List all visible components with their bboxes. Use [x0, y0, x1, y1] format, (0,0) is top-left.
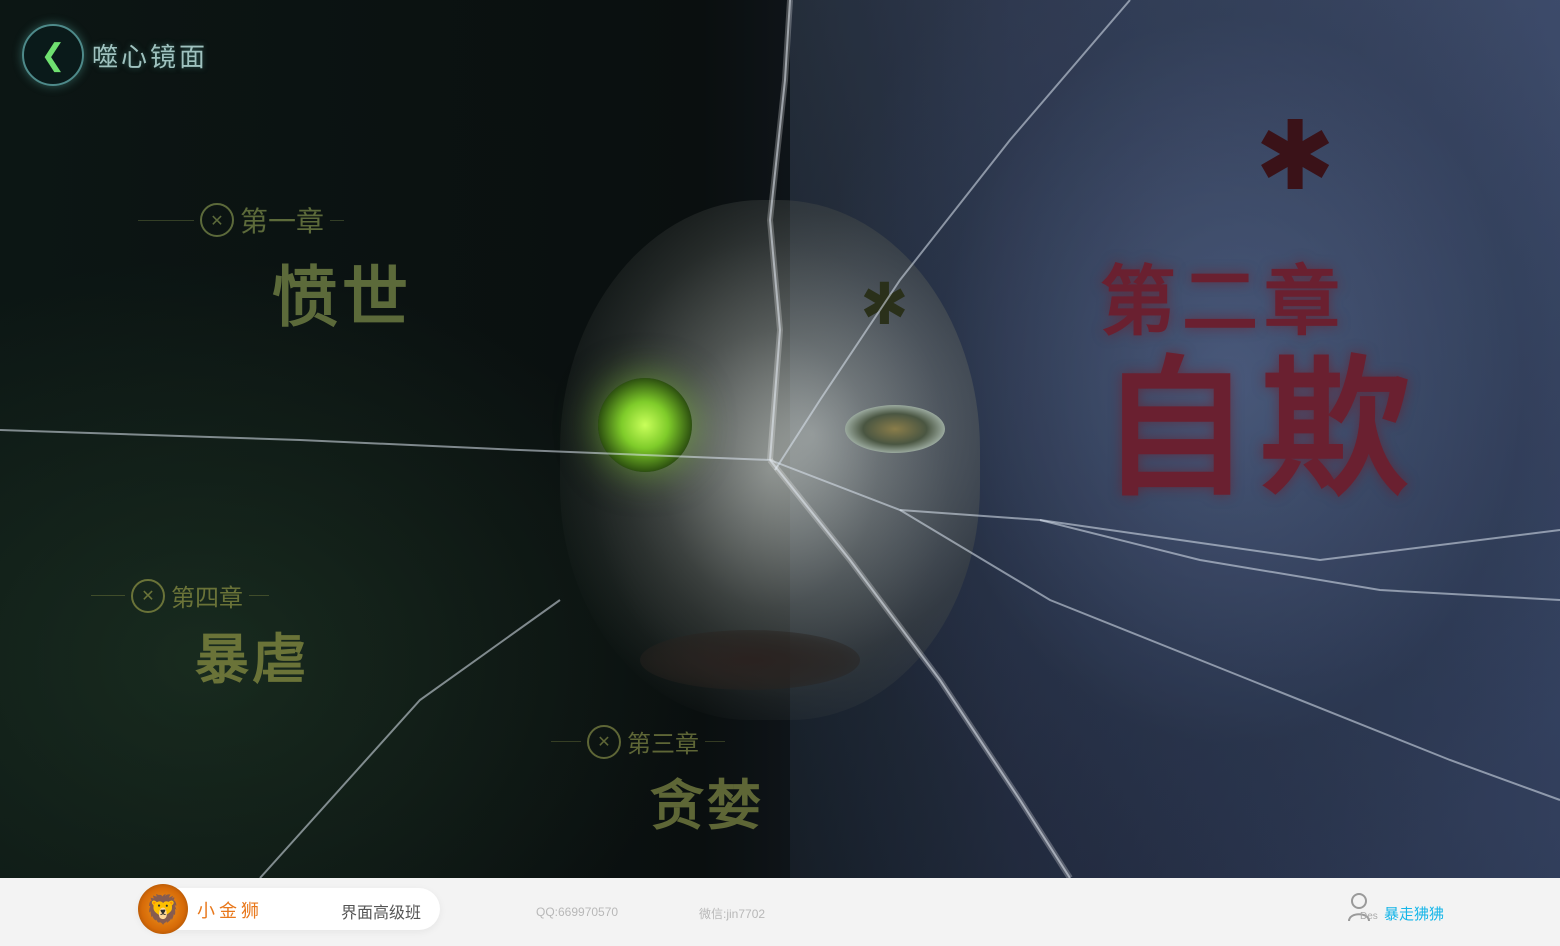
x-emblem-icon: ✕: [200, 203, 234, 237]
course-name: 界面高级班: [341, 905, 422, 922]
chapter-3-entry[interactable]: ✕ 第三章 贪婪: [545, 724, 764, 840]
chapter-name: 贪婪: [650, 773, 764, 837]
chapter-4-entry[interactable]: ✕ 第四章 暴虐: [85, 578, 309, 694]
x-emblem-icon: ✕: [131, 578, 165, 613]
lion-logo-icon: 🦁: [138, 884, 188, 934]
chapter-label: 第四章: [171, 584, 243, 612]
chapter-label: 第一章: [240, 205, 325, 238]
chapter-1-entry[interactable]: ✕ 第一章 愤世: [132, 200, 412, 340]
author-name: 暴走狒狒: [1384, 906, 1445, 923]
qq-contact: QQ:669970570: [536, 905, 619, 919]
x-emblem-icon: ✕: [587, 724, 621, 759]
chevron-left-icon: ❮: [40, 37, 66, 73]
footer-bar: 🦁 小金狮 界面高级班 QQ:669970570 微信:jin7702 Des …: [0, 878, 1560, 946]
back-button[interactable]: ❮: [22, 24, 84, 86]
chapter-name: 暴虐: [195, 627, 309, 691]
brand-name: 小金狮: [197, 901, 263, 921]
des-tag: Des: [1360, 911, 1378, 922]
chapter-select-scene: ✱ ✱ ❮ 噬心镜面 ✕ 第一章 愤世 ✕ 第四章 暴虐 ✕ 第三章 贪婪 第二…: [0, 0, 1560, 878]
chapter-name: 愤世: [272, 258, 412, 336]
chapter-2-entry[interactable]: 第二章 自欺: [1100, 240, 1420, 504]
chapter-label: 第二章: [1100, 257, 1346, 346]
chapter-label: 第三章: [627, 730, 699, 758]
game-logo: ❮ 噬心镜面: [22, 24, 208, 86]
game-title: 噬心镜面: [92, 42, 209, 73]
chapter-name: 自欺: [1100, 341, 1421, 517]
wechat-contact: 微信:jin7702: [699, 907, 766, 921]
